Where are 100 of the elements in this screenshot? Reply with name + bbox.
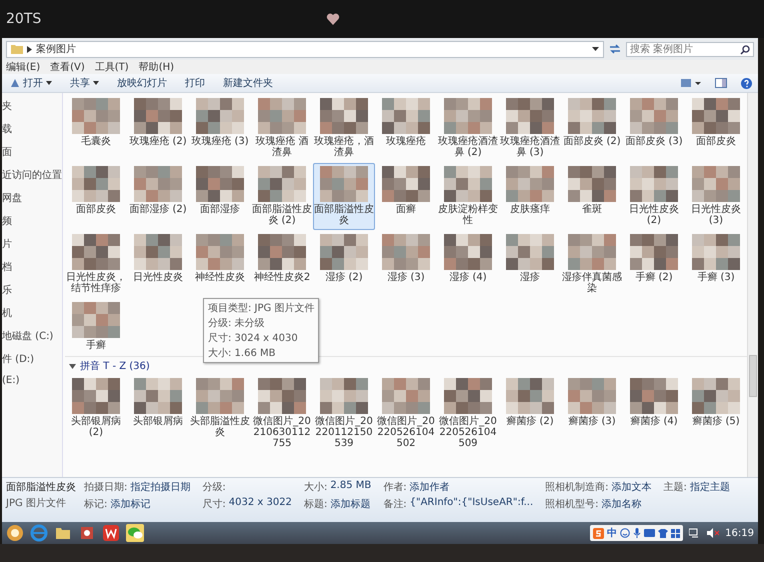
file-item[interactable]: 湿疹 (3) (375, 231, 437, 298)
toolbar-button[interactable]: 打开 (8, 75, 54, 91)
field-value[interactable]: {"ARInfo":{"IsUseAR":f... (410, 497, 534, 511)
file-item[interactable]: 玫瑰痤疮酒渣鼻 (3) (499, 95, 561, 162)
nav-item[interactable]: 片 (2, 237, 62, 251)
file-item[interactable]: 癣菌疹 (4) (623, 375, 685, 453)
file-item[interactable]: 面部湿疹 (189, 163, 251, 230)
file-item[interactable]: 面部脂溢性皮炎 (2) (251, 163, 313, 230)
field-value[interactable]: 添加标题 (330, 497, 370, 511)
nav-item[interactable]: 面 (2, 145, 62, 159)
file-item[interactable]: 玫瑰痤疮酒渣鼻 (2) (437, 95, 499, 162)
file-name: 微信图片_20220112150539 (314, 416, 374, 449)
file-item[interactable]: 湿疹 (2) (313, 231, 375, 298)
group-header[interactable]: 拼音 T - Z (36) (80, 359, 150, 373)
file-item[interactable]: 玫瑰痤疮，酒渣鼻 (313, 95, 375, 162)
file-item[interactable]: 毛囊炎 (65, 95, 127, 162)
file-item[interactable]: 日光性皮炎 (127, 231, 189, 298)
file-item[interactable]: 皮肤淀粉样变性 (437, 163, 499, 230)
toolbar-button[interactable]: 打印 (183, 75, 207, 91)
file-item[interactable]: 日光性皮炎，结节性痒疹 (65, 231, 127, 298)
nav-item[interactable]: 档 (2, 260, 62, 274)
field-value[interactable]: 添加名称 (602, 497, 642, 511)
file-item[interactable]: 手癣 (3) (685, 231, 747, 298)
file-name: 雀斑 (581, 204, 603, 215)
file-item[interactable]: 手癣 (65, 299, 127, 355)
toolbar-button[interactable]: 放映幻灯片 (115, 75, 169, 91)
file-name: 头部脂溢性皮炎 (190, 416, 250, 438)
file-item[interactable]: 癣菌疹 (2) (499, 375, 561, 453)
file-item[interactable]: 面部皮炎 (3) (623, 95, 685, 162)
file-item[interactable]: 头部脂溢性皮炎 (189, 375, 251, 453)
field-value[interactable]: 添加标记 (110, 497, 150, 511)
field-value[interactable]: 添加作者 (410, 480, 450, 494)
file-name: 玫瑰痤疮 (3) (190, 136, 250, 147)
file-item[interactable]: 面部皮炎 (685, 95, 747, 162)
toolbar-button[interactable]: 新建文件夹 (221, 75, 275, 91)
file-name: 湿疹 (2) (324, 272, 364, 283)
file-item[interactable]: 手癣 (2) (623, 231, 685, 298)
nav-item[interactable]: 网盘 (2, 191, 62, 205)
file-item[interactable]: 头部银屑病 (127, 375, 189, 453)
toolbar-button[interactable]: 共享 (68, 75, 101, 91)
ime-toolbar[interactable]: 中 (590, 525, 684, 541)
nav-item[interactable]: 载 (2, 122, 62, 136)
file-item[interactable]: 癣菌疹 (5) (685, 375, 747, 453)
file-item[interactable]: 皮肤瘙痒 (499, 163, 561, 230)
field-value[interactable]: 指定拍摄日期 (130, 480, 190, 494)
file-item[interactable]: 面部湿疹 (2) (127, 163, 189, 230)
nav-item[interactable]: 近访问的位置 (2, 168, 62, 182)
field-value[interactable]: 4032 x 3022 (228, 497, 292, 511)
menu-item[interactable]: 编辑(E) (6, 60, 40, 74)
search-field[interactable]: 搜索 案例图片 (626, 42, 754, 56)
file-item[interactable]: 湿疹 (4) (437, 231, 499, 298)
file-name: 面部脂溢性皮炎 (314, 204, 374, 226)
address-field[interactable]: 案例图片 (6, 40, 604, 58)
field-label: 分级: (202, 481, 226, 494)
file-item[interactable]: 微信图片_20210630112755 (251, 375, 313, 453)
file-name: 湿疹 (519, 272, 541, 283)
file-item[interactable]: 微信图片_20220526104502 (375, 375, 437, 453)
file-item[interactable]: 玫瑰痤疮 (2) (127, 95, 189, 162)
file-item[interactable]: 面部皮炎 (2) (561, 95, 623, 162)
file-item[interactable]: 神经性皮炎2 (251, 231, 313, 298)
file-item[interactable]: 湿疹伴真菌感染 (561, 231, 623, 298)
file-item[interactable]: 微信图片_20220526104509 (437, 375, 499, 453)
file-item[interactable]: 面部脂溢性皮炎 (313, 163, 375, 230)
file-item[interactable]: 面部皮炎 (65, 163, 127, 230)
breadcrumb-folder[interactable]: 案例图片 (36, 42, 76, 56)
menu-item[interactable]: 帮助(H) (138, 60, 174, 74)
file-item[interactable]: 玫瑰痤疮 (375, 95, 437, 162)
file-item[interactable]: 神经性皮炎 (189, 231, 251, 298)
nav-item[interactable]: 乐 (2, 283, 62, 297)
file-name: 日光性皮炎 (132, 272, 184, 283)
file-name: 癣菌疹 (2) (505, 416, 555, 427)
nav-item[interactable]: (E:) (2, 375, 62, 386)
menu-item[interactable]: 查看(V) (50, 60, 85, 74)
file-item[interactable]: 玫瑰痤疮 (3) (189, 95, 251, 162)
file-item[interactable]: 微信图片_20220112150539 (313, 375, 375, 453)
input-mode[interactable]: 中 (607, 526, 618, 540)
field-label: 备注: (383, 498, 407, 511)
nav-item[interactable]: 机 (2, 306, 62, 320)
file-item[interactable]: 癣菌疹 (3) (561, 375, 623, 453)
nav-item[interactable]: 件 (D:) (2, 352, 62, 366)
file-item[interactable]: 湿疹 (499, 231, 561, 298)
tooltip-line: 尺寸: 3024 x 4030 (208, 332, 299, 345)
field-value[interactable]: 指定主题 (690, 480, 730, 494)
field-label: 拍摄日期: (84, 480, 128, 494)
nav-item[interactable]: 频 (2, 214, 62, 228)
file-name: 玫瑰痤疮酒渣鼻 (3) (500, 136, 560, 158)
file-item[interactable]: 日光性皮炎 (2) (623, 163, 685, 230)
file-item[interactable]: 雀斑 (561, 163, 623, 230)
field-value[interactable]: 添加文本 (612, 480, 652, 494)
file-item[interactable]: 玫瑰痤疮 酒渣鼻 (251, 95, 313, 162)
file-name: 微信图片_20210630112755 (252, 416, 312, 449)
file-item[interactable]: 头部银屑病 (2) (65, 375, 127, 453)
nav-item[interactable]: 夹 (2, 99, 62, 113)
file-item[interactable]: 面癣 (375, 163, 437, 230)
field-value[interactable]: 2.85 MB (330, 480, 372, 494)
file-name: 玫瑰痤疮 (385, 136, 427, 147)
nav-item[interactable]: 地磁盘 (C:) (2, 329, 62, 343)
file-name: 玫瑰痤疮，酒渣鼻 (314, 136, 374, 158)
menu-item[interactable]: 工具(T) (94, 60, 129, 74)
file-item[interactable]: 日光性皮炎 (3) (685, 163, 747, 230)
